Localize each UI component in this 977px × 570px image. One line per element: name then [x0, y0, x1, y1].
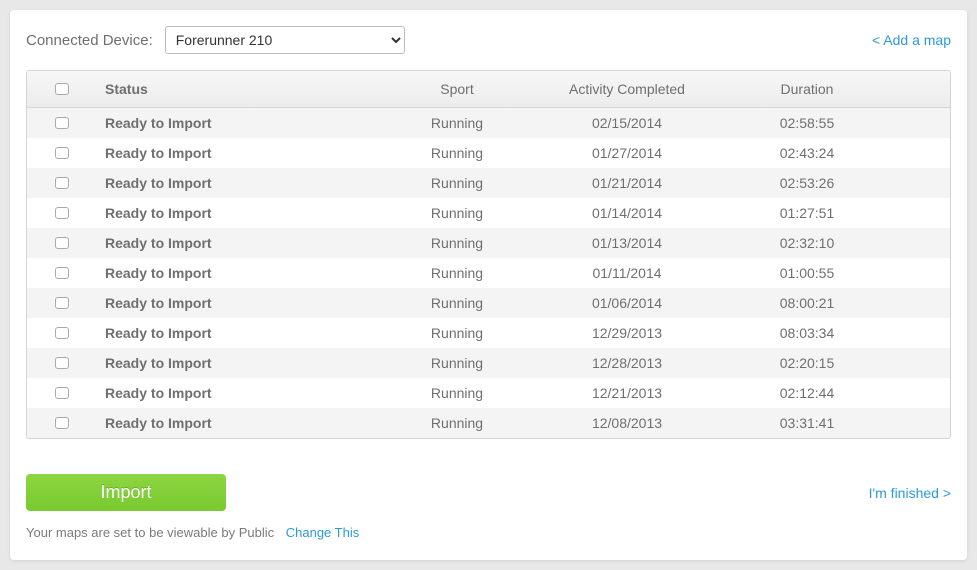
table-row: Ready to ImportRunning12/08/201303:31:41 [27, 408, 950, 438]
table-row: Ready to ImportRunning01/11/201401:00:55 [27, 258, 950, 288]
table-row: Ready to ImportRunning12/29/201308:03:34 [27, 318, 950, 348]
header-date: Activity Completed [537, 71, 717, 107]
row-duration: 03:31:41 [717, 405, 897, 438]
select-all-checkbox[interactable] [55, 83, 69, 95]
row-checkbox[interactable] [55, 207, 69, 219]
row-checkbox[interactable] [55, 147, 69, 159]
footer: Import I'm finished > Your maps are set … [26, 450, 951, 540]
table-row: Ready to ImportRunning01/14/201401:27:51 [27, 198, 950, 228]
row-checkbox[interactable] [55, 267, 69, 279]
table-header: Status Sport Activity Completed Duration [27, 71, 950, 108]
table-row: Ready to ImportRunning01/27/201402:43:24 [27, 138, 950, 168]
add-map-link[interactable]: < Add a map [872, 32, 951, 48]
change-privacy-link[interactable]: Change This [286, 525, 359, 540]
table-body[interactable]: Ready to ImportRunning02/15/201402:58:55… [27, 108, 950, 438]
table-row: Ready to ImportRunning12/21/201302:12:44 [27, 378, 950, 408]
row-checkbox[interactable] [55, 297, 69, 309]
header-duration: Duration [717, 71, 897, 107]
table-row: Ready to ImportRunning02/15/201402:58:55 [27, 108, 950, 138]
row-date: 12/08/2013 [537, 405, 717, 438]
finished-link[interactable]: I'm finished > [869, 485, 951, 501]
table-row: Ready to ImportRunning12/28/201302:20:15 [27, 348, 950, 378]
header-sport: Sport [377, 71, 537, 107]
row-status: Ready to Import [97, 405, 377, 438]
privacy-note: Your maps are set to be viewable by Publ… [26, 525, 951, 540]
row-checkbox-cell [27, 405, 97, 438]
import-button[interactable]: Import [26, 474, 226, 511]
activity-table: Status Sport Activity Completed Duration… [26, 70, 951, 439]
row-checkbox[interactable] [55, 117, 69, 129]
row-sport: Running [377, 405, 537, 438]
row-checkbox[interactable] [55, 387, 69, 399]
table-row: Ready to ImportRunning01/06/201408:00:21 [27, 288, 950, 318]
table-row: Ready to ImportRunning01/13/201402:32:10 [27, 228, 950, 258]
row-checkbox[interactable] [55, 357, 69, 369]
row-checkbox[interactable] [55, 417, 69, 429]
row-checkbox[interactable] [55, 237, 69, 249]
top-bar: Connected Device: Forerunner 210 < Add a… [26, 26, 951, 54]
import-panel: Connected Device: Forerunner 210 < Add a… [10, 10, 967, 560]
device-label: Connected Device: [26, 32, 153, 49]
table-row: Ready to ImportRunning01/21/201402:53:26 [27, 168, 950, 198]
row-checkbox[interactable] [55, 327, 69, 339]
device-select[interactable]: Forerunner 210 [165, 26, 405, 54]
row-checkbox[interactable] [55, 177, 69, 189]
footer-top: Import I'm finished > [26, 474, 951, 511]
header-checkbox-cell [27, 71, 97, 107]
privacy-text: Your maps are set to be viewable by Publ… [26, 525, 274, 540]
header-status: Status [97, 71, 377, 107]
